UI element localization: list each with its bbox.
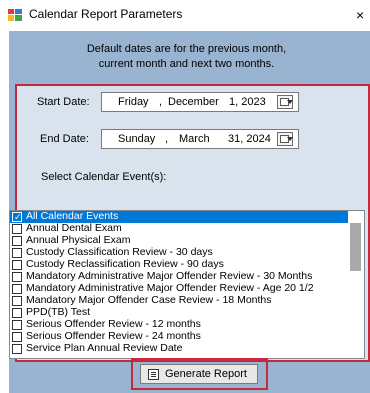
- event-checkbox[interactable]: [12, 260, 22, 270]
- info-text: Default dates are for the previous month…: [9, 42, 364, 72]
- end-date-label: End Date:: [40, 133, 89, 145]
- start-date-day-year: 1, 2023: [229, 96, 266, 108]
- event-checkbox[interactable]: [12, 224, 22, 234]
- generate-button-highlight: Generate Report: [131, 358, 268, 390]
- report-icon: [148, 369, 159, 380]
- chevron-down-icon: [287, 137, 293, 141]
- end-date-weekday: Sunday: [118, 133, 156, 145]
- event-checkbox[interactable]: [12, 272, 22, 282]
- scrollbar-thumb[interactable]: [350, 223, 361, 271]
- events-label: Select Calendar Event(s):: [41, 171, 167, 183]
- event-checkbox[interactable]: [12, 320, 22, 330]
- window-title: Calendar Report Parameters: [29, 7, 183, 21]
- dialog-body: Default dates are for the previous month…: [9, 31, 370, 393]
- start-date-dropdown-button[interactable]: [277, 95, 293, 109]
- info-line-2: current month and next two months.: [98, 58, 275, 70]
- end-date-picker[interactable]: Sunday , March 31, 2024: [101, 129, 299, 149]
- event-list-item[interactable]: Service Plan Annual Review Date: [10, 342, 348, 355]
- event-checkbox[interactable]: [12, 344, 22, 354]
- event-checkbox[interactable]: [12, 236, 22, 246]
- start-date-picker[interactable]: Friday , December 1, 2023: [101, 92, 299, 112]
- end-date-day-year: 31, 2024: [228, 133, 271, 145]
- chevron-down-icon: [287, 100, 293, 104]
- end-date-month: March: [179, 133, 210, 145]
- generate-report-label: Generate Report: [165, 368, 247, 380]
- checkmark-icon: ✓: [14, 212, 22, 222]
- generate-report-button[interactable]: Generate Report: [140, 364, 258, 384]
- event-checkbox[interactable]: [12, 296, 22, 306]
- event-checkbox[interactable]: ✓: [12, 212, 22, 222]
- start-date-month: December: [168, 96, 219, 108]
- start-date-comma: ,: [159, 96, 163, 108]
- parameters-panel: Start Date: Friday , December 1, 2023 En…: [9, 84, 370, 362]
- start-date-weekday: Friday: [118, 96, 149, 108]
- close-button[interactable]: ×: [356, 5, 370, 25]
- app-icon: [8, 9, 22, 21]
- event-checkbox[interactable]: [12, 284, 22, 294]
- calendar-events-list[interactable]: ✓ All Calendar Events Annual Dental Exam An…: [9, 210, 365, 359]
- info-line-1: Default dates are for the previous month…: [86, 43, 287, 55]
- event-checkbox[interactable]: [12, 308, 22, 318]
- event-checkbox[interactable]: [12, 332, 22, 342]
- end-date-comma: ,: [165, 133, 169, 145]
- event-label: Service Plan Annual Review Date: [26, 342, 183, 354]
- end-date-dropdown-button[interactable]: [277, 132, 293, 146]
- report-parameters-window: Calendar Report Parameters × Default dat…: [0, 0, 370, 393]
- title-bar: Calendar Report Parameters ×: [0, 0, 370, 31]
- start-date-label: Start Date:: [37, 96, 90, 108]
- event-checkbox[interactable]: [12, 248, 22, 258]
